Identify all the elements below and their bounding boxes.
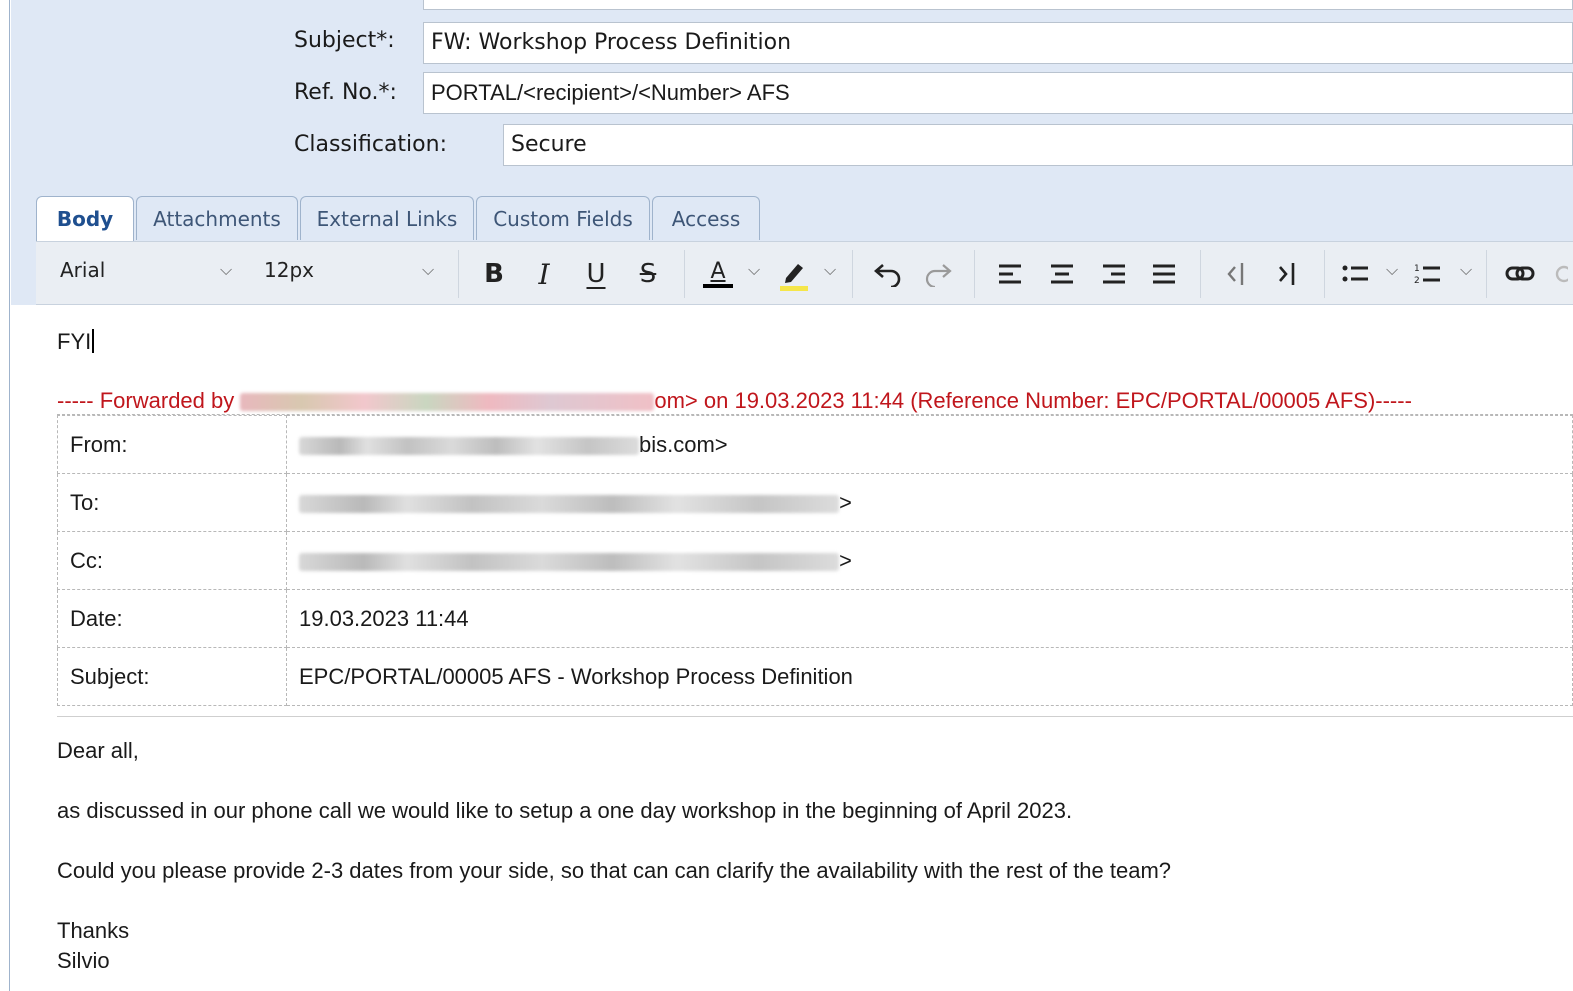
svg-text:2: 2 — [1414, 276, 1420, 286]
table-row: Subject: EPC/PORTAL/00005 AFS - Workshop… — [57, 647, 1573, 706]
body-greeting: Dear all, — [57, 738, 139, 763]
underline-icon[interactable]: U — [578, 252, 614, 296]
toolbar-divider — [684, 250, 685, 298]
chevron-down-icon[interactable]: ⌵ — [422, 260, 434, 280]
table-row: Cc: > — [57, 531, 1573, 590]
body-paragraph-1: as discussed in our phone call we would … — [57, 798, 1073, 823]
redacted-cc — [299, 552, 839, 571]
forwarded-meta-table: From: bis.com> To: > Cc: > Date: 19.03.2… — [57, 415, 1573, 706]
meta-cc-value: > — [286, 531, 1573, 590]
toolbar-divider — [458, 250, 459, 298]
tab-attachments[interactable]: Attachments — [136, 196, 298, 240]
italic-icon[interactable]: I — [526, 252, 562, 296]
meta-from-value: bis.com> — [286, 415, 1573, 474]
justify-icon[interactable] — [1146, 252, 1182, 296]
numbered-list-icon[interactable]: 12 — [1410, 252, 1446, 296]
text-cursor — [92, 329, 95, 353]
table-row: From: bis.com> — [57, 415, 1573, 474]
editor-toolbar: Arial ⌵ 12px ⌵ B I U S A ⌵ ⌵ ⌵ 1 2 ⌵ — [36, 241, 1573, 305]
tab-body[interactable]: Body — [36, 196, 134, 242]
window-border — [0, 0, 10, 991]
body-fyi[interactable]: FYI — [57, 329, 95, 355]
body-thanks: Thanks — [57, 918, 130, 943]
ref-no-value: PORTAL/<recipient>/<Number> AFS — [431, 80, 790, 105]
meta-to-label: To: — [57, 473, 287, 532]
tab-access[interactable]: Access — [652, 196, 760, 240]
compose-window: Subject*: FW: Workshop Process Definitio… — [0, 0, 1573, 991]
outdent-icon[interactable] — [1218, 252, 1254, 296]
more-icon[interactable] — [1552, 252, 1568, 296]
font-color-icon[interactable]: A — [700, 252, 736, 296]
highlight-icon[interactable] — [776, 252, 812, 296]
ref-no-label: Ref. No.*: — [294, 80, 397, 105]
toolbar-divider — [1486, 250, 1487, 298]
bullet-list-icon[interactable] — [1338, 252, 1374, 296]
toolbar-divider — [852, 250, 853, 298]
classification-select[interactable]: Secure — [503, 124, 1573, 166]
toolbar-divider — [974, 250, 975, 298]
chevron-down-icon[interactable]: ⌵ — [1386, 260, 1398, 280]
meta-to-value: > — [286, 473, 1573, 532]
tab-custom-fields[interactable]: Custom Fields — [476, 196, 650, 240]
font-size-select[interactable]: 12px — [264, 258, 314, 282]
redacted-forwarder — [240, 393, 655, 412]
redacted-to — [299, 494, 839, 513]
strikethrough-icon[interactable]: S — [630, 252, 666, 296]
indent-icon[interactable] — [1268, 252, 1304, 296]
svg-text:1: 1 — [1414, 264, 1420, 274]
forward-header-line: ----- Forwarded by om> on 19.03.2023 11:… — [57, 388, 1412, 413]
body-paragraph-2: Could you please provide 2-3 dates from … — [57, 858, 1172, 883]
meta-date-value: 19.03.2023 11:44 — [286, 589, 1573, 648]
undo-icon[interactable] — [870, 252, 906, 296]
toolbar-divider — [1200, 250, 1201, 298]
meta-cc-label: Cc: — [57, 531, 287, 590]
meta-subject-value: EPC/PORTAL/00005 AFS - Workshop Process … — [286, 647, 1573, 706]
meta-from-label: From: — [57, 415, 287, 474]
chevron-down-icon[interactable]: ⌵ — [824, 260, 836, 280]
body-signature: Silvio — [57, 948, 110, 973]
recipient-field-bottom-edge[interactable] — [423, 0, 1573, 10]
align-left-icon[interactable] — [992, 252, 1028, 296]
align-right-icon[interactable] — [1096, 252, 1132, 296]
table-row: Date: 19.03.2023 11:44 — [57, 589, 1573, 648]
bold-icon[interactable]: B — [476, 252, 512, 296]
meta-bottom-rule — [57, 716, 1573, 717]
redacted-from — [299, 436, 639, 455]
chevron-down-icon[interactable]: ⌵ — [220, 260, 232, 280]
chevron-down-icon[interactable]: ⌵ — [748, 260, 760, 280]
subject-input[interactable]: FW: Workshop Process Definition — [423, 22, 1573, 64]
font-color-bar — [703, 284, 733, 288]
meta-date-label: Date: — [57, 589, 287, 648]
link-icon[interactable] — [1502, 252, 1538, 296]
ref-no-input[interactable]: PORTAL/<recipient>/<Number> AFS — [423, 72, 1573, 114]
meta-subject-label: Subject: — [57, 647, 287, 706]
table-row: To: > — [57, 473, 1573, 532]
font-family-select[interactable]: Arial — [60, 258, 105, 282]
classification-label: Classification: — [294, 132, 447, 157]
tab-external-links[interactable]: External Links — [300, 196, 474, 240]
subject-label: Subject*: — [294, 28, 395, 53]
align-center-icon[interactable] — [1044, 252, 1080, 296]
chevron-down-icon[interactable]: ⌵ — [1460, 260, 1472, 280]
toolbar-divider — [1324, 250, 1325, 298]
redo-icon[interactable] — [920, 252, 956, 296]
